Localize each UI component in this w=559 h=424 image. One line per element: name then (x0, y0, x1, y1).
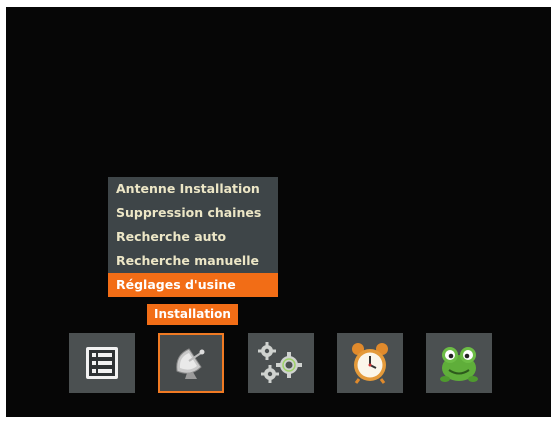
channel-list-icon (86, 347, 118, 379)
installation-button[interactable] (158, 333, 224, 393)
channel-list-button[interactable] (69, 333, 135, 393)
tv-screen: Antenne Installation Suppression chaines… (6, 7, 551, 417)
alarm-clock-icon (352, 343, 388, 384)
menu-item-factory-reset[interactable]: Réglages d'usine (108, 273, 278, 297)
installation-submenu: Antenne Installation Suppression chaines… (108, 177, 278, 297)
menu-item-auto-search[interactable]: Recherche auto (108, 225, 278, 249)
settings-button[interactable] (248, 333, 314, 393)
menu-item-delete-channels[interactable]: Suppression chaines (108, 201, 278, 225)
satellite-dish-icon (176, 348, 205, 379)
gears-icon (258, 342, 302, 383)
timer-button[interactable] (337, 333, 403, 393)
active-menu-label: Installation (147, 304, 238, 325)
frog-mascot-icon (440, 347, 478, 382)
mascot-button[interactable] (426, 333, 492, 393)
menu-item-antenna-installation[interactable]: Antenne Installation (108, 177, 278, 201)
menu-item-manual-search[interactable]: Recherche manuelle (108, 249, 278, 273)
screen-notch (234, 409, 274, 417)
